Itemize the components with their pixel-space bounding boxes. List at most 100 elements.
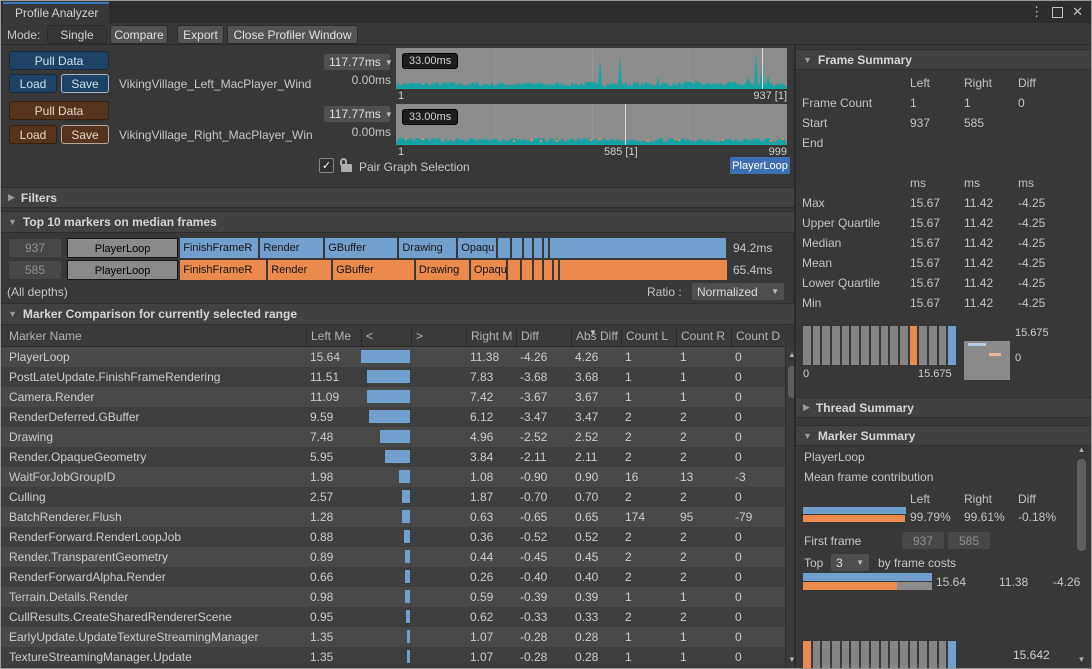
marker-segment[interactable]: Opaqu bbox=[471, 260, 506, 280]
mode-compare-button[interactable]: Compare bbox=[110, 25, 168, 44]
top10-foldout[interactable]: ▼ Top 10 markers on median frames bbox=[1, 211, 794, 233]
pair-graph-selection-checkbox[interactable]: ✓ bbox=[319, 158, 334, 173]
range-max-left-dropdown[interactable]: 117.77ms▼ bbox=[323, 53, 391, 71]
kebab-menu-icon[interactable]: ⋮ bbox=[1030, 4, 1043, 20]
table-row[interactable]: PlayerLoop 15.64 11.38 -4.26 4.26 1 1 0 bbox=[1, 347, 786, 367]
cell-count-left: 2 bbox=[621, 607, 676, 627]
table-row[interactable]: Culling 2.57 1.87 -0.70 0.70 2 2 0 bbox=[1, 487, 786, 507]
frame-summary-foldout[interactable]: ▼ Frame Summary bbox=[796, 49, 1091, 70]
table-row[interactable]: BatchRenderer.Flush 1.28 0.63 -0.65 0.65… bbox=[1, 507, 786, 527]
marker-segment[interactable]: PlayerLoop bbox=[67, 260, 178, 280]
mode-single-button[interactable]: Single bbox=[47, 25, 107, 44]
frame-summary-row: Start 937 585 bbox=[802, 113, 1082, 133]
marker-segment[interactable] bbox=[522, 260, 532, 280]
marker-segment[interactable]: Drawing bbox=[416, 260, 469, 280]
marker-segment[interactable]: FinishFrameR bbox=[180, 238, 258, 258]
table-row[interactable]: TextureStreamingManager.Update 1.35 1.07… bbox=[1, 647, 786, 667]
table-row[interactable]: RenderDeferred.GBuffer 9.59 6.12 -3.47 3… bbox=[1, 407, 786, 427]
table-row[interactable]: PostLateUpdate.FinishFrameRendering 11.5… bbox=[1, 367, 786, 387]
ratio-dropdown[interactable]: Normalized▼ bbox=[691, 282, 785, 301]
marker-segment[interactable]: GBuffer bbox=[333, 260, 414, 280]
col-diff[interactable]: Diff bbox=[516, 329, 571, 346]
save-right-button[interactable]: Save bbox=[61, 125, 109, 144]
col-count-right[interactable]: Count R bbox=[676, 329, 731, 346]
table-scrollbar[interactable]: ▲ ▼ bbox=[785, 347, 798, 669]
cell-right-median: 0.44 bbox=[466, 547, 516, 567]
export-button[interactable]: Export bbox=[177, 25, 224, 44]
comparison-foldout[interactable]: ▼ Marker Comparison for currently select… bbox=[1, 303, 794, 325]
col-right-median[interactable]: Right M bbox=[466, 329, 516, 346]
table-row[interactable]: Terrain.Details.Render 0.98 0.59 -0.39 0… bbox=[1, 587, 786, 607]
cell-count-delta: 0 bbox=[731, 587, 786, 607]
top-count-dropdown[interactable]: 3▼ bbox=[830, 553, 870, 572]
thread-summary-foldout[interactable]: ▶ Thread Summary bbox=[796, 397, 1091, 418]
stat-right: ms bbox=[964, 173, 1018, 193]
col-count-delta[interactable]: Count D bbox=[731, 329, 786, 346]
scroll-up-icon[interactable]: ▲ bbox=[786, 350, 798, 360]
cell-left-median: 9.59 bbox=[306, 407, 361, 427]
marker-segment[interactable]: Render bbox=[260, 238, 323, 258]
col-marker-name[interactable]: Marker Name bbox=[1, 329, 306, 346]
frame-time-graph-right[interactable]: 33.00ms bbox=[396, 104, 787, 145]
maximize-icon[interactable] bbox=[1052, 7, 1063, 18]
col-right-bigger[interactable]: > bbox=[411, 329, 466, 346]
marker-segment[interactable] bbox=[544, 260, 552, 280]
table-row[interactable]: Render.TransparentGeometry 0.89 0.44 -0.… bbox=[1, 547, 786, 567]
load-left-button[interactable]: Load bbox=[9, 74, 57, 93]
marker-segment[interactable] bbox=[508, 260, 520, 280]
table-row[interactable]: RenderForward.RenderLoopJob 0.88 0.36 -0… bbox=[1, 527, 786, 547]
marker-segment[interactable]: GBuffer bbox=[325, 238, 397, 258]
pull-data-right-button[interactable]: Pull Data bbox=[9, 101, 109, 120]
table-row[interactable]: RenderForwardAlpha.Render 0.66 0.26 -0.4… bbox=[1, 567, 786, 587]
range-max-right-dropdown[interactable]: 117.77ms▼ bbox=[323, 105, 391, 123]
marker-segment[interactable] bbox=[534, 238, 542, 258]
frame-time-graph-left[interactable]: 33.00ms bbox=[396, 48, 787, 89]
close-profiler-window-button[interactable]: Close Profiler Window bbox=[227, 25, 358, 44]
stat-label bbox=[802, 173, 910, 193]
marker-segment[interactable]: Render bbox=[268, 260, 331, 280]
marker-segment[interactable]: PlayerLoop bbox=[67, 238, 178, 258]
marker-segment[interactable] bbox=[560, 260, 727, 280]
summary-scrollbar-thumb[interactable] bbox=[1077, 459, 1086, 551]
cell-left-median: 11.09 bbox=[306, 387, 361, 407]
cell-diff: -2.11 bbox=[516, 447, 571, 467]
marker-segment[interactable] bbox=[524, 238, 532, 258]
selected-marker-chip: PlayerLoop bbox=[730, 157, 790, 174]
table-row[interactable]: CullResults.CreateSharedRendererScene 0.… bbox=[1, 607, 786, 627]
marker-segment[interactable] bbox=[554, 260, 559, 280]
close-icon[interactable]: ✕ bbox=[1072, 4, 1083, 20]
pull-data-left-button[interactable]: Pull Data bbox=[9, 51, 109, 70]
first-frame-right-button[interactable]: 585 bbox=[948, 532, 990, 549]
boxplot-right-marker bbox=[989, 353, 1001, 356]
marker-segment[interactable] bbox=[544, 238, 549, 258]
table-row[interactable]: WaitForJobGroupID 1.98 1.08 -0.90 0.90 1… bbox=[1, 467, 786, 487]
tab-profile-analyzer[interactable]: Profile Analyzer bbox=[3, 1, 109, 23]
marker-segment[interactable] bbox=[498, 238, 510, 258]
marker-segment[interactable]: Drawing bbox=[399, 238, 456, 258]
cell-abs-diff: 0.65 bbox=[571, 507, 621, 527]
first-frame-left-button[interactable]: 937 bbox=[902, 532, 944, 549]
table-row[interactable]: EarlyUpdate.UpdateTextureStreamingManage… bbox=[1, 627, 786, 647]
marker-segment[interactable] bbox=[550, 238, 726, 258]
marker-segment[interactable] bbox=[512, 238, 522, 258]
filters-foldout[interactable]: ▶ Filters bbox=[1, 187, 794, 208]
summary-scrollbar[interactable]: ▲ ▼ bbox=[1074, 445, 1089, 667]
table-row[interactable]: Drawing 7.48 4.96 -2.52 2.52 2 2 0 bbox=[1, 427, 786, 447]
marker-summary-foldout[interactable]: ▼ Marker Summary bbox=[796, 425, 1091, 446]
marker-segment[interactable]: Opaqu bbox=[458, 238, 496, 258]
load-right-button[interactable]: Load bbox=[9, 125, 57, 144]
unlock-icon[interactable] bbox=[340, 158, 353, 173]
col-count-left[interactable]: Count L bbox=[621, 329, 676, 346]
table-row[interactable]: Render.OpaqueGeometry 5.95 3.84 -2.11 2.… bbox=[1, 447, 786, 467]
col-abs-diff[interactable]: ▼Abs Diff bbox=[571, 329, 621, 346]
marker-segment[interactable]: FinishFrameR bbox=[180, 260, 266, 280]
marker-segment[interactable] bbox=[534, 260, 542, 280]
save-left-button[interactable]: Save bbox=[61, 74, 109, 93]
scroll-up-icon[interactable]: ▲ bbox=[1074, 445, 1089, 455]
top10-right-frame-number: 585 bbox=[9, 261, 61, 279]
scroll-down-icon[interactable]: ▼ bbox=[786, 655, 798, 665]
table-row[interactable]: Camera.Render 11.09 7.42 -3.67 3.67 1 1 … bbox=[1, 387, 786, 407]
scroll-down-icon[interactable]: ▼ bbox=[1074, 655, 1089, 665]
col-left-bigger[interactable]: < bbox=[361, 329, 411, 346]
col-left-median[interactable]: Left Me bbox=[306, 329, 361, 346]
